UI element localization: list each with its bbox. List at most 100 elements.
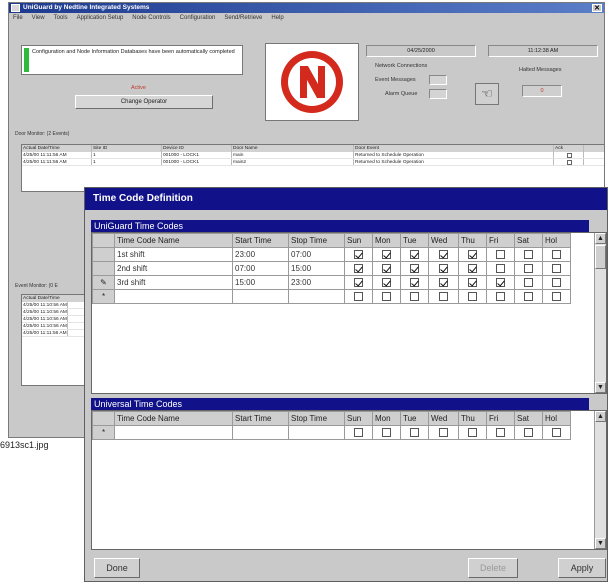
- menu-configuration[interactable]: Configuration: [180, 13, 216, 24]
- menu-file[interactable]: File: [13, 13, 23, 24]
- row-selector[interactable]: [92, 247, 115, 262]
- thu-checkbox[interactable]: [468, 250, 477, 260]
- mon-checkbox[interactable]: [382, 292, 391, 302]
- table-row[interactable]: 4/25/00 11:11:56 AM 1 001000 - LOCK1 mai…: [22, 159, 604, 166]
- scroll-up-icon[interactable]: ▲: [595, 411, 606, 422]
- fri-checkbox[interactable]: [496, 428, 505, 438]
- sun-checkbox[interactable]: [354, 264, 363, 274]
- wed-checkbox[interactable]: [439, 250, 448, 260]
- mon-checkbox[interactable]: [382, 264, 391, 274]
- start-time-cell[interactable]: 07:00: [232, 261, 289, 276]
- time-code-name-cell[interactable]: 1st shift: [114, 247, 233, 262]
- mon-checkbox[interactable]: [382, 250, 391, 260]
- ack-checkbox[interactable]: [554, 159, 584, 165]
- fri-cell: [486, 261, 515, 276]
- menu-help[interactable]: Help: [271, 13, 283, 24]
- stop-time-cell[interactable]: 23:00: [288, 275, 345, 290]
- menu-application-setup[interactable]: Application Setup: [77, 13, 124, 24]
- start-time-cell[interactable]: 23:00: [232, 247, 289, 262]
- hand-icon[interactable]: ☜: [475, 83, 499, 105]
- new-record-icon[interactable]: *: [92, 425, 115, 440]
- thu-checkbox[interactable]: [468, 278, 477, 288]
- wed-checkbox[interactable]: [439, 264, 448, 274]
- list-item[interactable]: 4/25/00 11:11:56 AM: [22, 330, 92, 337]
- scroll-up-icon[interactable]: ▲: [595, 233, 606, 244]
- menu-node-controls[interactable]: Node Controls: [132, 13, 170, 24]
- tue-checkbox[interactable]: [410, 292, 419, 302]
- sun-cell: [344, 425, 373, 440]
- sun-checkbox[interactable]: [354, 428, 363, 438]
- time-code-name-cell[interactable]: [114, 289, 233, 304]
- hol-checkbox[interactable]: [552, 250, 561, 260]
- stop-time-cell[interactable]: 15:00: [288, 261, 345, 276]
- sat-checkbox[interactable]: [524, 428, 533, 438]
- ack-checkbox[interactable]: [554, 152, 584, 158]
- menu-view[interactable]: View: [32, 13, 45, 24]
- sun-checkbox[interactable]: [354, 278, 363, 288]
- fri-checkbox[interactable]: [496, 292, 505, 302]
- list-item[interactable]: 4/25/00 11:10:56 AM: [22, 316, 92, 323]
- mon-checkbox[interactable]: [382, 428, 391, 438]
- hol-checkbox[interactable]: [552, 428, 561, 438]
- wed-checkbox[interactable]: [439, 278, 448, 288]
- tue-checkbox[interactable]: [410, 250, 419, 260]
- table-row[interactable]: 4/25/00 11:11:56 AM 1 001000 - LOCK1 mai…: [22, 152, 604, 159]
- wed-checkbox[interactable]: [439, 292, 448, 302]
- scroll-down-icon[interactable]: ▼: [595, 382, 606, 393]
- scroll-thumb[interactable]: [595, 245, 606, 269]
- time-code-row[interactable]: 1st shift 23:00 07:00: [92, 247, 571, 262]
- scroll-down-icon[interactable]: ▼: [595, 538, 606, 549]
- thu-checkbox[interactable]: [468, 264, 477, 274]
- sat-checkbox[interactable]: [524, 278, 533, 288]
- tue-checkbox[interactable]: [410, 264, 419, 274]
- hol-checkbox[interactable]: [552, 278, 561, 288]
- stop-time-cell[interactable]: [288, 289, 345, 304]
- close-button[interactable]: ✕: [592, 4, 602, 12]
- start-time-cell[interactable]: [232, 289, 289, 304]
- stop-time-cell[interactable]: [288, 425, 345, 440]
- tue-checkbox[interactable]: [410, 278, 419, 288]
- row-selector[interactable]: [92, 261, 115, 276]
- sat-checkbox[interactable]: [524, 250, 533, 260]
- mon-checkbox[interactable]: [382, 278, 391, 288]
- wed-checkbox[interactable]: [439, 428, 448, 438]
- start-time-cell[interactable]: [232, 425, 289, 440]
- menu-send-retrieve[interactable]: Send/Retrieve: [224, 13, 262, 24]
- hol-checkbox[interactable]: [552, 292, 561, 302]
- fri-checkbox[interactable]: [496, 250, 505, 260]
- uniguard-scrollbar[interactable]: ▲ ▼: [594, 233, 606, 393]
- time-display: 11:12:38 AM: [488, 45, 598, 57]
- list-item[interactable]: 4/25/00 11:10:56 AM: [22, 302, 92, 309]
- hol-checkbox[interactable]: [552, 264, 561, 274]
- time-code-name-cell[interactable]: 3rd shift: [114, 275, 233, 290]
- time-code-name-cell[interactable]: 2nd shift: [114, 261, 233, 276]
- sun-checkbox[interactable]: [354, 250, 363, 260]
- time-code-name-cell[interactable]: [114, 425, 233, 440]
- time-code-row[interactable]: 2nd shift 07:00 15:00: [92, 261, 571, 276]
- start-time-cell[interactable]: 15:00: [232, 275, 289, 290]
- delete-button[interactable]: Delete: [468, 558, 518, 578]
- fri-checkbox[interactable]: [496, 264, 505, 274]
- thu-checkbox[interactable]: [468, 292, 477, 302]
- sun-checkbox[interactable]: [354, 292, 363, 302]
- sat-checkbox[interactable]: [524, 292, 533, 302]
- col-mon: Mon: [372, 233, 401, 248]
- new-record-icon[interactable]: *: [92, 289, 115, 304]
- list-item[interactable]: 4/25/00 11:10:56 AM: [22, 309, 92, 316]
- new-record-row[interactable]: *: [92, 425, 571, 440]
- universal-scrollbar[interactable]: ▲ ▼: [594, 411, 606, 549]
- stop-time-cell[interactable]: 07:00: [288, 247, 345, 262]
- apply-button[interactable]: Apply: [558, 558, 606, 578]
- row-selector[interactable]: ✎: [92, 275, 115, 290]
- fri-checkbox[interactable]: [496, 278, 505, 288]
- tue-checkbox[interactable]: [410, 428, 419, 438]
- thu-checkbox[interactable]: [468, 428, 477, 438]
- col-stop-time: Stop Time: [288, 233, 345, 248]
- change-operator-button[interactable]: Change Operator: [75, 95, 213, 109]
- new-record-row[interactable]: *: [92, 289, 571, 304]
- time-code-row[interactable]: ✎ 3rd shift 15:00 23:00: [92, 275, 571, 290]
- done-button[interactable]: Done: [94, 558, 140, 578]
- list-item[interactable]: 4/25/00 11:10:56 AM: [22, 323, 92, 330]
- menu-tools[interactable]: Tools: [54, 13, 68, 24]
- sat-checkbox[interactable]: [524, 264, 533, 274]
